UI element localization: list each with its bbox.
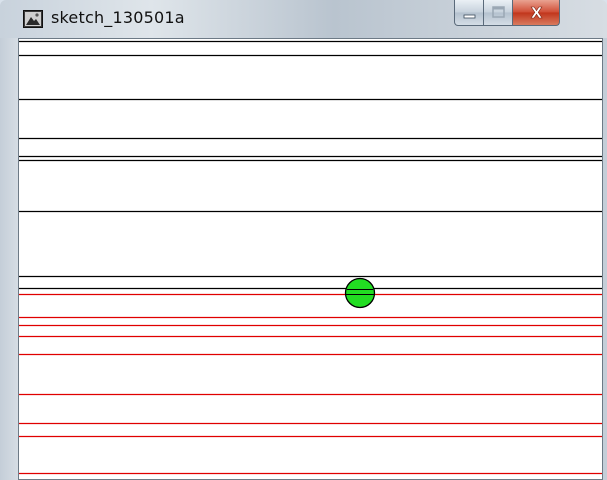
ball: [344, 277, 376, 309]
sketch-drawing: [19, 40, 602, 475]
window-frame-left: [0, 38, 18, 480]
close-glyph: X: [531, 4, 543, 22]
processing-sketch-icon: [23, 10, 43, 28]
window-frame-right: [603, 38, 607, 480]
upper-lines: [19, 40, 602, 290]
sketch-window: sketch_130501a X: [0, 0, 607, 480]
minimize-icon: [463, 14, 476, 19]
close-button[interactable]: X: [513, 0, 560, 26]
lower-lines: [19, 293, 602, 475]
close-icon: X: [530, 4, 543, 23]
sketch-canvas[interactable]: [18, 38, 603, 480]
green-ball: [344, 277, 376, 309]
window-title: sketch_130501a: [51, 8, 185, 27]
minimize-button[interactable]: [454, 0, 484, 26]
title-bar[interactable]: sketch_130501a X: [0, 0, 607, 38]
maximize-button[interactable]: [484, 0, 513, 26]
maximize-icon: [492, 6, 505, 18]
